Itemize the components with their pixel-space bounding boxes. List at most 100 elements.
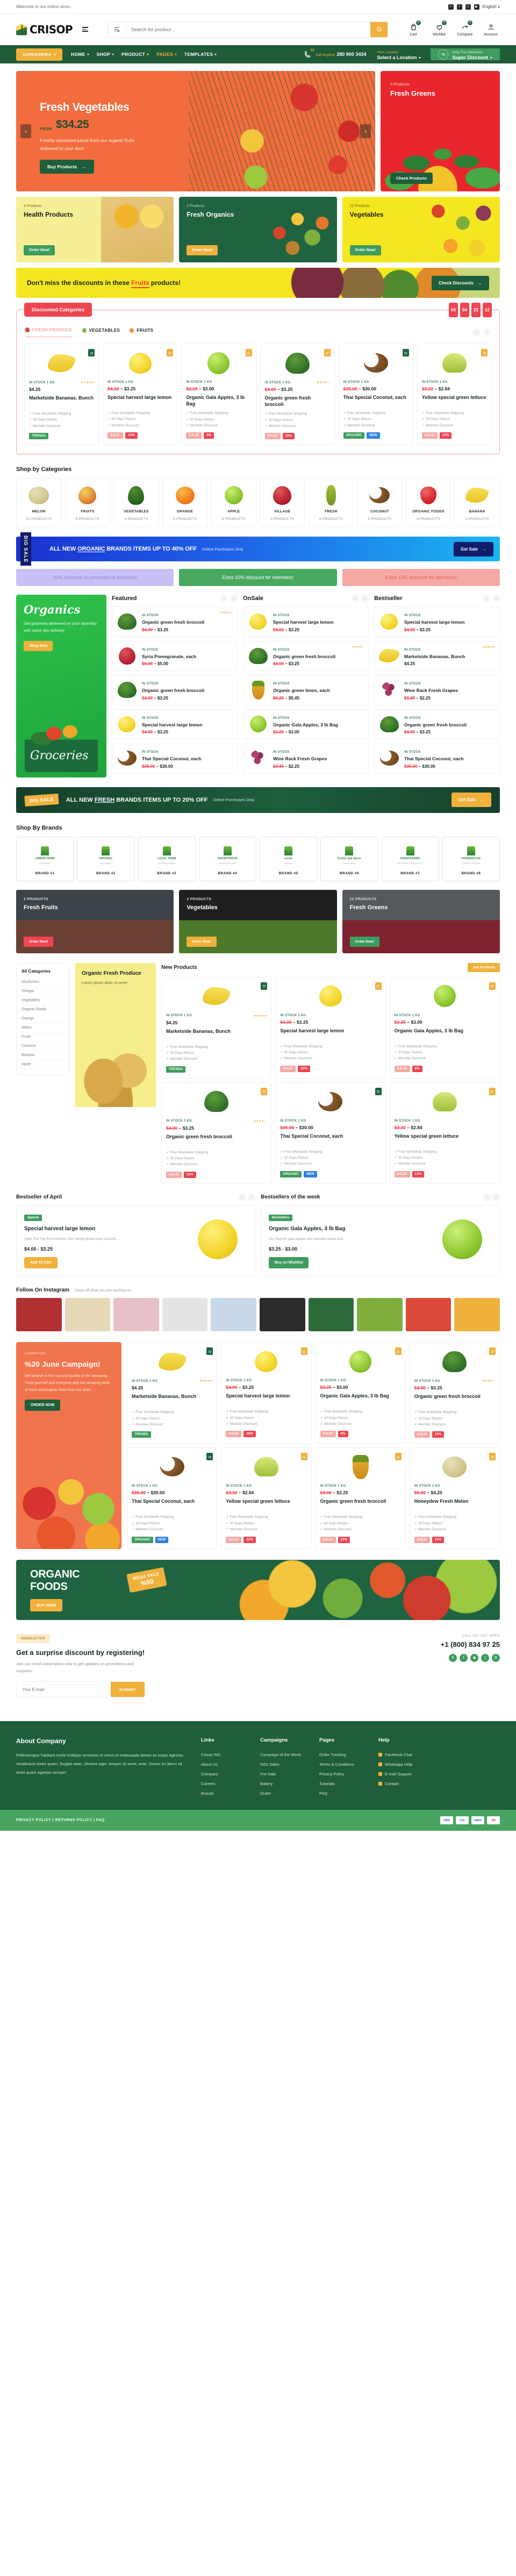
green-sale-cta[interactable]: Get Sale → [451, 793, 491, 807]
footer-link[interactable]: FAQ [319, 1788, 366, 1798]
list-item[interactable]: IN STOCK ★★★★★ Marketside Bananas, Bunch $4… [374, 640, 500, 672]
category-circle[interactable]: MELON 22 PRODUCTS [16, 478, 62, 527]
product-card[interactable]: IN STOCK 1 KG $5.00 – $4.25 Honeydew Fresh… [409, 1447, 500, 1549]
instagram-post[interactable] [405, 1298, 452, 1332]
add-to-cart-icon[interactable] [489, 982, 496, 990]
category-circle[interactable]: ORGANIC FOODS 8 PRODUCTS [405, 478, 452, 527]
list-item[interactable]: IN STOCK Organic green limes, each $6.25 –… [243, 675, 369, 705]
hero-next-button[interactable]: › [360, 124, 371, 138]
footer-link[interactable]: Brands [201, 1788, 247, 1798]
whatsapp-icon[interactable]: ✆ [449, 1653, 457, 1662]
dark-banner-fresh-fruits[interactable]: 3 PRODUCTS Fresh Fruits Order Now! [16, 889, 174, 953]
all-category-item[interactable]: Mushroom [22, 978, 64, 987]
super-discount-menu[interactable]: % Only This Weekend Super Discount [431, 48, 500, 60]
youtube-icon[interactable]: ▶ [474, 4, 479, 10]
add-to-cart-icon[interactable] [489, 1347, 496, 1355]
tab-vegetables[interactable]: VEGETABLES [82, 327, 120, 337]
groceries-cta[interactable]: Shop Now [24, 640, 53, 651]
add-to-cart-icon[interactable] [261, 982, 268, 990]
dribbble-icon[interactable]: ◉ [470, 1653, 478, 1662]
duo-next-button[interactable]: › [492, 1193, 500, 1201]
category-circle[interactable]: ORANGE 8 PRODUCTS [162, 478, 208, 527]
newsletter-email-input[interactable] [17, 1682, 111, 1697]
all-category-item[interactable]: Vinegar [22, 987, 64, 996]
nav-item-pages[interactable]: PAGES [156, 52, 177, 57]
all-category-item[interactable]: Coconut [22, 1042, 64, 1051]
product-card[interactable]: IN STOCK 1 KG $3.22 – $2.84 Yellow special… [221, 1447, 312, 1549]
product-card[interactable]: IN STOCK 1 KG $4.00 – $3.25 Special harves… [275, 976, 386, 1079]
duo-cta-button[interactable]: Buy on Wishlist [269, 1257, 309, 1269]
list-prev-button[interactable]: ‹ [483, 595, 490, 603]
add-to-cart-icon[interactable] [489, 1453, 496, 1461]
footer-link[interactable]: Crisop INC [201, 1750, 247, 1759]
category-card-fresh-organics[interactable]: 2 Products Fresh Organics Order Now! [179, 197, 337, 262]
product-card[interactable]: IN STOCK 1 KG $3.22 – $2.84 Yellow special… [389, 1082, 500, 1184]
product-card[interactable]: IN STOCK 1 KG ★★★★★ $4.25 Marketside Banana… [127, 1342, 218, 1444]
product-card[interactable]: IN STOCK 1 KG $35.00 – $30.00 Thai Special… [338, 344, 413, 446]
facebook-icon[interactable]: f [460, 1653, 468, 1662]
product-card[interactable]: IN STOCK 1 KG $3.25 – $3.00 Organic Gala A… [315, 1342, 406, 1444]
add-to-cart-icon[interactable] [375, 982, 382, 990]
footer-link[interactable]: Privacy Policy [319, 1769, 366, 1779]
groceries-promo-card[interactable]: Organics Get groceries delivered on your… [16, 595, 106, 777]
list-item[interactable]: IN STOCK Organic green fresh broccoli $4.0… [112, 675, 238, 705]
product-card[interactable]: IN STOCK 1 KG ★★★★★ $4.25 Marketside Banana… [24, 344, 99, 446]
search-category-icon[interactable] [108, 22, 126, 37]
banner-cta[interactable]: Order Now! [349, 936, 380, 947]
search-button[interactable] [370, 22, 388, 37]
add-to-cart-icon[interactable] [206, 1347, 213, 1355]
add-to-cart-icon[interactable] [300, 1347, 307, 1355]
all-category-item[interactable]: Melon [22, 1024, 64, 1033]
product-card[interactable]: IN STOCK 1 KG ★★★★★ $4.00 – $3.25 Organic g… [260, 344, 335, 446]
add-to-cart-icon[interactable] [395, 1347, 402, 1355]
add-to-cart-icon[interactable] [88, 349, 95, 356]
call-anytime[interactable]: 24 Call Anytime 280 900 3434 [304, 49, 366, 59]
cart-action[interactable]: 0 Cart [404, 20, 422, 37]
instagram-icon[interactable]: ◻ [465, 4, 471, 10]
blue-sale-cta[interactable]: Get Sale → [453, 541, 493, 556]
category-circle[interactable]: VEGETABLES 6 PRODUCTS [113, 478, 159, 527]
discount-strip-item-1[interactable]: 30% discount on promotional products! [16, 569, 174, 587]
account-action[interactable]: Account [482, 22, 500, 37]
footer-link[interactable]: Outlet [260, 1788, 306, 1798]
all-category-item[interactable]: Organic Foods [22, 1005, 64, 1015]
list-prev-button[interactable]: ‹ [220, 595, 228, 603]
footer-bottom-links[interactable]: PRIVACY POLICY | RETURNS POLICY | FAQ [16, 1818, 105, 1822]
list-next-button[interactable]: › [361, 595, 369, 603]
instagram-post[interactable] [211, 1298, 256, 1332]
footer-link[interactable]: Contact [378, 1779, 425, 1788]
all-category-item[interactable]: Apple [22, 1060, 64, 1069]
category-circle[interactable]: VILLAGE 5 PRODUCTS [259, 478, 305, 527]
category-cta[interactable]: Order Now! [24, 245, 55, 255]
brand-card[interactable]: GROWTHIOUS AGRICULTURE BRAND #4 [198, 836, 256, 881]
list-item[interactable]: IN STOCK Special harvest large lemon $4.00… [374, 606, 500, 637]
list-item[interactable]: IN STOCK Organic green fresh broccoli $4.0… [374, 709, 500, 740]
add-to-cart-icon[interactable] [375, 1087, 382, 1095]
product-card[interactable]: IN STOCK 1 KG ★★★★★ $4.00 – $3.25 Organic g… [161, 1082, 272, 1184]
instagram-post[interactable] [64, 1298, 111, 1332]
product-card[interactable]: IN STOCK 1 KG $3.22 – $2.84 Yellow special… [417, 344, 492, 446]
list-item[interactable]: IN STOCK Thai Special Coconut, each $35.00… [374, 743, 500, 774]
add-to-cart-icon[interactable] [395, 1453, 402, 1461]
footer-link[interactable]: Tutorials [319, 1779, 366, 1788]
footer-link[interactable]: %50 Sales [260, 1759, 306, 1769]
check-discounts-button[interactable]: Check Discounts → [432, 275, 489, 290]
search-input[interactable] [126, 26, 370, 32]
twitter-icon[interactable]: t [456, 4, 462, 10]
category-cta[interactable]: Order Now! [349, 245, 381, 255]
language-selector[interactable]: English [483, 4, 500, 9]
product-card[interactable]: IN STOCK 1 KG $3.25 – $3.00 Organic Gala A… [181, 344, 256, 446]
product-card[interactable]: IN STOCK 1 KG ★★★★★ $4.25 Marketside Banana… [161, 976, 272, 1079]
product-card[interactable]: IN STOCK 1 KG $4.00 – $3.25 Organic green … [315, 1447, 406, 1549]
brand-card[interactable]: URBAN FARM ORGANIC BRAND #1 [16, 836, 74, 881]
add-to-cart-icon[interactable] [245, 349, 252, 356]
facebook-icon[interactable]: f [448, 4, 454, 10]
nav-item-product[interactable]: PRODUCT [121, 52, 149, 57]
location-selector[interactable]: Your Location Select a Location [377, 48, 421, 60]
footer-link[interactable]: Whatsapp Help [378, 1759, 425, 1769]
dark-banner-fresh-greens[interactable]: 22 PRODUCTS Fresh Greens Order Now! [342, 889, 500, 953]
discount-strip-item-2[interactable]: Extra 10% discount for members! [179, 569, 337, 587]
list-prev-button[interactable]: ‹ [352, 595, 359, 603]
list-item[interactable]: IN STOCK Syria Pomegranate, each $6.00 – $… [112, 640, 238, 672]
instagram-post[interactable] [357, 1298, 403, 1332]
